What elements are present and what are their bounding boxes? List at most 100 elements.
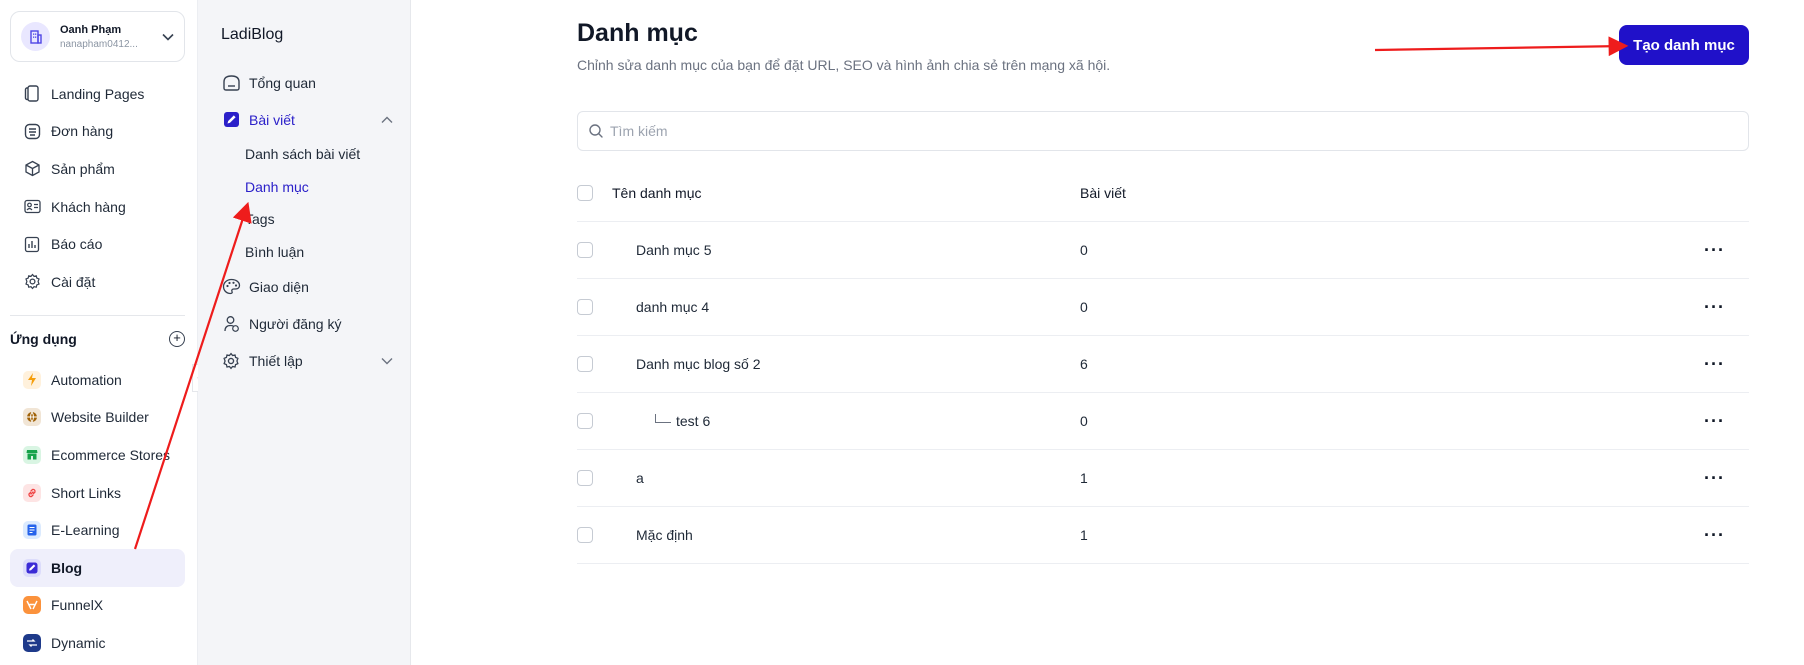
search-box[interactable] (577, 111, 1749, 151)
post-count: 0 (1080, 299, 1088, 315)
category-name-text: danh mục 4 (636, 299, 710, 315)
nav-item-label: Đơn hàng (51, 123, 114, 140)
gear-icon (23, 273, 41, 291)
category-name[interactable]: a (636, 470, 644, 486)
sidebar-divider (10, 315, 185, 316)
create-category-button[interactable]: Tạo danh mục (1619, 25, 1749, 65)
app-item-website-builder[interactable]: Website Builder (10, 399, 185, 437)
select-all-checkbox[interactable] (577, 185, 593, 201)
building-icon (21, 22, 50, 51)
dynamic-icon (23, 633, 41, 652)
app-item-label: Website Builder (51, 409, 149, 426)
more-actions-icon[interactable]: ··· (1704, 468, 1725, 489)
subnav-brand: LadiBlog (221, 26, 284, 43)
table-row[interactable]: a 1 ··· (577, 450, 1749, 507)
funnel-icon (23, 596, 41, 615)
nav-item-customers[interactable]: Khách hàng (10, 188, 185, 226)
subnav-label: Thiết lập (249, 352, 303, 369)
nav-item-label: Khách hàng (51, 198, 126, 215)
subnav-item-categories[interactable]: Danh mục (221, 171, 393, 204)
category-name[interactable]: Mặc định (636, 527, 693, 543)
category-name[interactable]: Danh mục blog số 2 (636, 356, 761, 372)
row-checkbox[interactable] (577, 527, 593, 543)
app-item-label: FunnelX (51, 597, 104, 614)
app-item-automation[interactable]: Automation (10, 361, 185, 399)
lightning-icon (23, 370, 41, 389)
main-content: Danh mục Chỉnh sửa danh mục của bạn để đ… (411, 0, 1804, 665)
search-icon (589, 124, 603, 138)
table-row[interactable]: Danh mục 5 0 ··· (577, 222, 1749, 279)
subnav-item-posts[interactable]: Bài viết (221, 101, 393, 138)
app-item-label: Automation (51, 371, 122, 388)
add-app-icon[interactable]: + (169, 331, 185, 347)
main-nav: Landing Pages Đơn hàng Sản phẩm Khách hà… (10, 75, 185, 301)
table-body: Danh mục 5 0 ··· danh mục 4 0 ··· Danh mục blo… (577, 222, 1749, 564)
row-checkbox[interactable] (577, 242, 593, 258)
account-switcher[interactable]: Oanh Phạm nanapham0412... (10, 11, 185, 62)
subnav-item-overview[interactable]: Tổng quan (221, 64, 393, 101)
subnav-item-subscribers[interactable]: Người đăng ký (221, 305, 393, 342)
category-name-text: a (636, 470, 644, 486)
table-row[interactable]: test 6 0 ··· (577, 393, 1749, 450)
post-count: 6 (1080, 356, 1088, 372)
apps-title: Ứng dụng (10, 331, 77, 347)
app-item-blog[interactable]: Blog (10, 548, 185, 587)
subnav-item-post-list[interactable]: Danh sách bài viết (221, 138, 393, 171)
table-row[interactable]: danh mục 4 0 ··· (577, 279, 1749, 336)
category-name[interactable]: test 6 (655, 413, 710, 429)
table-row[interactable]: Mặc định 1 ··· (577, 507, 1749, 564)
category-name[interactable]: danh mục 4 (636, 299, 709, 315)
app-item-e-learning[interactable]: E-Learning (10, 511, 185, 549)
nav-item-label: Cài đặt (51, 273, 96, 290)
app-item-label: Ecommerce Stores (51, 446, 171, 463)
contact-card-icon (23, 198, 41, 216)
nav-item-products[interactable]: Sản phẩm (10, 150, 185, 188)
nav-item-label: Báo cáo (51, 236, 103, 253)
subnav-item-theme[interactable]: Giao diện (221, 268, 393, 305)
subnav-label: Người đăng ký (249, 315, 342, 332)
chevron-down-icon (381, 354, 393, 368)
nav-item-reports[interactable]: Báo cáo (10, 225, 185, 263)
post-count: 0 (1080, 413, 1088, 429)
layers-icon (23, 85, 41, 103)
posts-icon (221, 110, 241, 130)
subnav-item-settings[interactable]: Thiết lập (221, 342, 393, 379)
account-email: nanapham0412... (60, 38, 138, 50)
nav-item-settings[interactable]: Cài đặt (10, 263, 185, 301)
subnav-item-tags[interactable]: Tags (221, 203, 393, 236)
more-actions-icon[interactable]: ··· (1704, 354, 1725, 375)
more-actions-icon[interactable]: ··· (1704, 240, 1725, 261)
category-name-text: Danh mục 5 (636, 242, 712, 258)
palette-icon (221, 277, 241, 297)
order-icon (23, 122, 41, 140)
search-input[interactable] (610, 123, 1748, 139)
account-name: Oanh Phạm (60, 23, 122, 36)
nav-item-landing-pages[interactable]: Landing Pages (10, 75, 185, 113)
blog-subnav: LadiBlog Tổng quan Bài viết Danh sách bà… (198, 0, 411, 665)
subnav-item-comments[interactable]: Bình luận (221, 236, 393, 269)
row-checkbox[interactable] (577, 299, 593, 315)
row-checkbox[interactable] (577, 470, 593, 486)
app-item-ecommerce-stores[interactable]: Ecommerce Stores (10, 436, 185, 474)
app-item-label: Dynamic (51, 634, 106, 651)
more-actions-icon[interactable]: ··· (1704, 297, 1725, 318)
post-count: 1 (1080, 470, 1088, 486)
link-icon (23, 483, 41, 502)
elearning-icon (23, 521, 41, 540)
table-row[interactable]: Danh mục blog số 2 6 ··· (577, 336, 1749, 393)
app-item-dynamic[interactable]: Dynamic (10, 624, 185, 662)
more-actions-icon[interactable]: ··· (1704, 525, 1725, 546)
more-actions-icon[interactable]: ··· (1704, 411, 1725, 432)
category-name[interactable]: Danh mục 5 (636, 242, 711, 258)
app-item-label: Blog (51, 559, 83, 576)
app-item-short-links[interactable]: Short Links (10, 474, 185, 512)
row-checkbox[interactable] (577, 413, 593, 429)
nav-item-label: Sản phẩm (51, 160, 115, 177)
row-checkbox[interactable] (577, 356, 593, 372)
app-item-funnelx[interactable]: FunnelX (10, 587, 185, 625)
page-title: Danh mục (577, 19, 698, 47)
nav-item-orders[interactable]: Đơn hàng (10, 113, 185, 151)
child-indent-icon (655, 414, 671, 423)
user-add-icon (221, 314, 241, 334)
category-name-text: test 6 (676, 413, 711, 429)
